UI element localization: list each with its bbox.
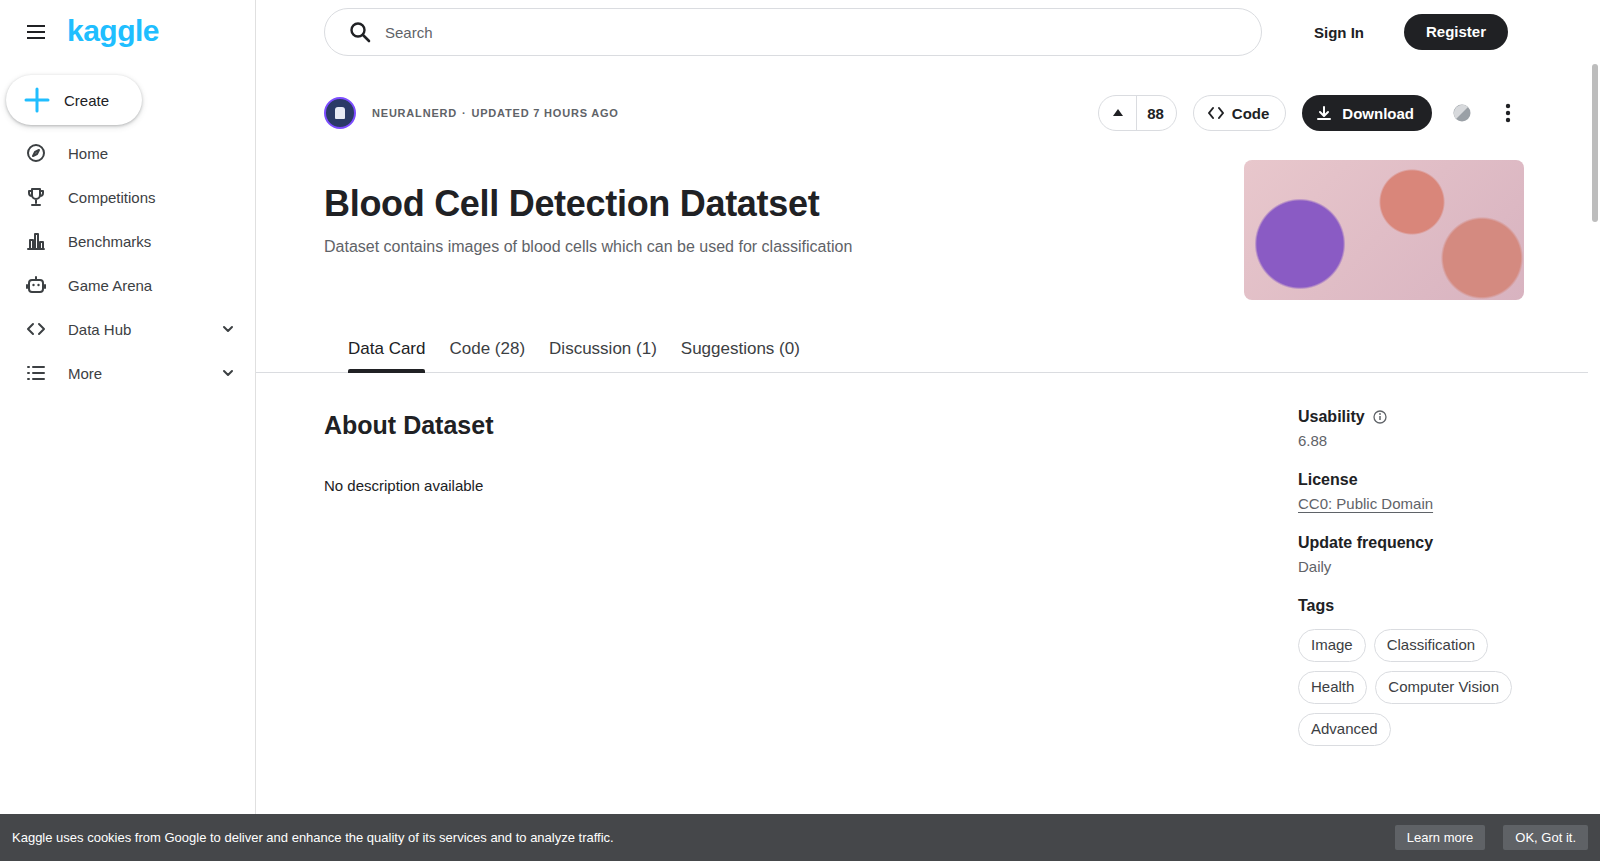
- tag-chip[interactable]: Image: [1298, 629, 1366, 662]
- more-button[interactable]: [1492, 97, 1524, 129]
- nav-item[interactable]: Competitions: [0, 175, 255, 219]
- detail-value: Daily: [1298, 558, 1524, 575]
- search-input[interactable]: [383, 23, 1241, 42]
- author-avatar[interactable]: [324, 97, 356, 129]
- nav-label: Home: [68, 145, 235, 162]
- detail-label: Usability: [1298, 408, 1365, 426]
- code-icon: [1208, 105, 1224, 121]
- dataset-meta: NEURALNERD · UPDATED 7 HOURS AGO: [372, 107, 1098, 119]
- chevron-down-icon: [221, 322, 235, 336]
- register-button[interactable]: Register: [1404, 14, 1508, 50]
- download-button[interactable]: Download: [1302, 95, 1432, 131]
- tab-label: Data Card: [348, 339, 425, 358]
- bar-chart-icon: [26, 231, 46, 251]
- theme-button[interactable]: [1446, 97, 1478, 129]
- tab-label: Suggestions (0): [681, 339, 800, 358]
- topbar: Sign In Register: [256, 0, 1600, 64]
- contrast-icon: [1452, 103, 1472, 123]
- detail-item: Update frequency Daily: [1298, 534, 1524, 575]
- create-button[interactable]: Create: [6, 75, 142, 125]
- main: Sign In Register NEURALNERD · UPDATED 7 HOUR…: [256, 0, 1600, 861]
- details-panel: Usability 6.88 License CC0: Public Domain Up…: [1298, 373, 1524, 746]
- dataset-title: Blood Cell Detection Datatset: [324, 182, 1244, 226]
- nav-item[interactable]: Data Hub: [0, 307, 255, 351]
- menu-button[interactable]: [26, 22, 46, 42]
- nav-item[interactable]: Game Arena: [0, 263, 255, 307]
- nav-label: Data Hub: [68, 321, 221, 338]
- chevron-down-icon: [221, 366, 235, 380]
- nav-label: Game Arena: [68, 277, 235, 294]
- download-icon: [1316, 105, 1332, 121]
- search-icon: [349, 21, 371, 43]
- detail-label: Update frequency: [1298, 534, 1433, 552]
- dataset-header: NEURALNERD · UPDATED 7 HOURS AGO 88 Code Down…: [324, 95, 1524, 131]
- nav-item[interactable]: Benchmarks: [0, 219, 255, 263]
- more-options-icon: [1505, 103, 1511, 123]
- menu-icon: [26, 22, 46, 42]
- tag-chip[interactable]: Computer Vision: [1375, 671, 1512, 704]
- tag-chip[interactable]: Health: [1298, 671, 1367, 704]
- separator: ·: [462, 107, 466, 119]
- nav: Home Competitions Benchmarks Game Arena Data…: [0, 131, 255, 395]
- vote-count: 88: [1137, 105, 1176, 122]
- detail-value[interactable]: CC0: Public Domain: [1298, 495, 1524, 512]
- tag-chip[interactable]: Advanced: [1298, 713, 1391, 746]
- search-box[interactable]: [324, 8, 1262, 56]
- dataset-subtitle: Dataset contains images of blood cells w…: [324, 238, 1244, 256]
- nav-label: More: [68, 365, 221, 382]
- detail-value: 6.88: [1298, 432, 1524, 449]
- kaggle-logo[interactable]: kaggle: [67, 16, 159, 48]
- plus-icon: [24, 87, 50, 113]
- about-heading: About Dataset: [324, 409, 1276, 441]
- upvote-icon: [1112, 108, 1124, 118]
- info-icon: [1373, 410, 1387, 424]
- vote-button[interactable]: 88: [1098, 95, 1177, 131]
- scrollbar[interactable]: [1592, 64, 1598, 222]
- tag-chip[interactable]: Classification: [1374, 629, 1488, 662]
- nav-item[interactable]: More: [0, 351, 255, 395]
- cookie-banner: Kaggle uses cookies from Google to deliv…: [0, 814, 1600, 861]
- tab[interactable]: Discussion (1): [537, 325, 669, 372]
- cookie-button[interactable]: Learn more: [1395, 825, 1485, 850]
- tab-label: Code (28): [449, 339, 525, 358]
- nav-item[interactable]: Home: [0, 131, 255, 175]
- code-icon: [26, 319, 46, 339]
- list-icon: [26, 363, 46, 383]
- code-button[interactable]: Code: [1193, 95, 1287, 131]
- tab-bar: Data Card Code (28) Discussion (1) Suggesti…: [256, 325, 1588, 373]
- cookie-button[interactable]: OK, Got it.: [1503, 825, 1588, 850]
- create-label: Create: [64, 92, 109, 109]
- detail-label: License: [1298, 471, 1358, 489]
- sidebar: kaggle Create Home Competitions Benchmarks Ga…: [0, 0, 256, 861]
- tab[interactable]: Suggestions (0): [669, 325, 812, 372]
- robot-icon: [26, 275, 46, 295]
- dataset-thumbnail: [1244, 160, 1524, 300]
- download-label: Download: [1342, 105, 1414, 122]
- about-description: No description available: [324, 477, 1276, 494]
- compass-icon: [26, 143, 46, 163]
- cookie-text: Kaggle uses cookies from Google to deliv…: [12, 830, 1377, 845]
- tab[interactable]: Code (28): [437, 325, 537, 372]
- trophy-icon: [26, 187, 46, 207]
- nav-label: Competitions: [68, 189, 235, 206]
- tab[interactable]: Data Card: [336, 325, 437, 372]
- detail-item: Usability 6.88: [1298, 408, 1524, 449]
- detail-item: License CC0: Public Domain: [1298, 471, 1524, 512]
- tags-heading: Tags: [1298, 597, 1334, 615]
- code-label: Code: [1232, 105, 1270, 122]
- sign-in-button[interactable]: Sign In: [1310, 16, 1368, 49]
- nav-label: Benchmarks: [68, 233, 235, 250]
- updated-time: UPDATED 7 HOURS AGO: [471, 107, 618, 119]
- tab-label: Discussion (1): [549, 339, 657, 358]
- author-name[interactable]: NEURALNERD: [372, 107, 457, 119]
- sidebar-header: kaggle: [0, 0, 255, 64]
